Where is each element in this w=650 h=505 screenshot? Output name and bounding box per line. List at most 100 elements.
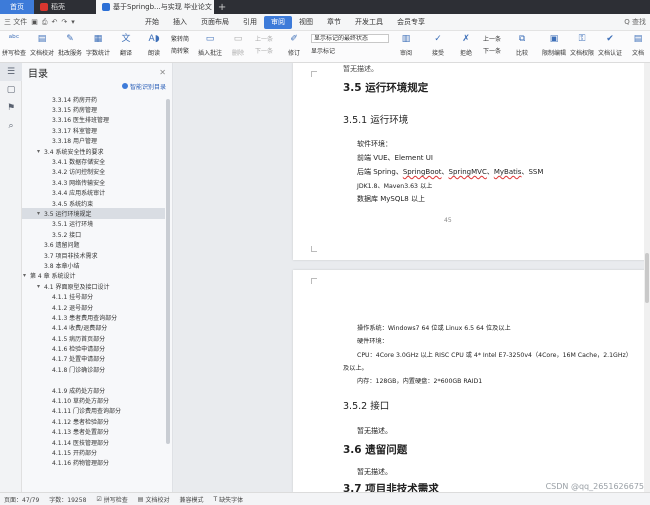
restrict-edit-button[interactable]: ▣ 限制编辑 (542, 34, 566, 57)
toc-item[interactable]: 3.3.17 科室管理 (22, 125, 165, 135)
toc-item[interactable]: 4.1.11 门诊费用查询部分 (22, 406, 165, 416)
tab-home[interactable]: 首页 (0, 0, 34, 14)
menu-view[interactable]: 视图 (292, 16, 320, 29)
toc-item[interactable]: 4.1.12 患者检验部分 (22, 416, 165, 426)
toc-item[interactable]: ▾ 3.5 运行环境规定 (22, 208, 165, 219)
search-box[interactable]: Q 查找 (624, 17, 650, 27)
toc-item[interactable]: 3.3.15 药房管理 (22, 104, 165, 114)
toc-item[interactable]: 3.8 本章小结 (22, 260, 165, 270)
menu-chapter[interactable]: 章节 (320, 16, 348, 29)
toc-item[interactable]: ▾ 第 4 章 系统设计 (22, 271, 165, 281)
save-icon[interactable]: ▣ (31, 18, 38, 26)
toc-item[interactable]: 3.4.2 访问控制安全 (22, 167, 165, 177)
status-spell-check[interactable]: ☑ 拼写检查 (96, 495, 127, 504)
new-tab-button[interactable]: + (214, 0, 230, 14)
doc-more-button[interactable]: ▤ 文档 (626, 34, 650, 57)
next-change-button[interactable]: 下一条 (483, 46, 501, 55)
toc-item[interactable]: 4.1.1 挂号部分 (22, 291, 165, 301)
toc-item[interactable]: 4.1.9 成药处方部分 (22, 385, 165, 395)
batch-service-button[interactable]: ✎ 批改服务 (58, 34, 82, 57)
show-markup-button[interactable]: 显示标记 (311, 46, 389, 55)
toc-item[interactable]: 4.1.16 药物管理部分 (22, 458, 165, 468)
toc-item[interactable]: 4.1.6 检验申请部分 (22, 343, 165, 353)
delete-comment-button[interactable]: ▭ 删除 (226, 34, 250, 57)
toc-item[interactable]: 3.5.1 运行环境 (22, 219, 165, 229)
undo-icon[interactable]: ↶ (51, 18, 57, 26)
toc-item[interactable]: 4.1.14 医技管理部分 (22, 437, 165, 447)
chevron-down-icon[interactable]: ▾ (23, 272, 26, 279)
read-aloud-button[interactable]: A◗ 朗读 (142, 34, 166, 57)
menu-reference[interactable]: 引用 (236, 16, 264, 29)
print-icon[interactable]: ⎙ (42, 18, 48, 27)
chevron-down-icon[interactable]: ▾ (37, 148, 40, 155)
redo-icon[interactable]: ↷ (61, 18, 67, 26)
spell-check-button[interactable]: ᵃᵇᶜ 拼写检查 (2, 34, 26, 57)
chevron-down-icon[interactable]: ▾ (37, 210, 40, 217)
toc-item[interactable]: 4.1.3 患者费用查询部分 (22, 312, 165, 322)
prev-change-button[interactable]: 上一条 (483, 34, 501, 43)
next-comment-button[interactable]: 下一条 (255, 46, 273, 55)
toc-item[interactable]: 3.5.2 接口 (22, 229, 165, 239)
toc-item[interactable]: 3.7 项目非技术需求 (22, 250, 165, 260)
menu-review[interactable]: 审阅 (264, 15, 292, 29)
compare-button[interactable]: ⧉ 比较 (510, 34, 534, 57)
toc-item[interactable]: 3.4.5 系统约束 (22, 198, 165, 208)
doc-auth-button[interactable]: ✔ 文档认证 (598, 34, 622, 57)
toc-item[interactable]: 4.1.10 草药处方部分 (22, 395, 165, 405)
toc-item[interactable]: ▾ 3.4 系统安全性的要求 (22, 146, 165, 156)
markup-state-select[interactable]: 显示标记的最终状态 (311, 34, 390, 43)
toc-item[interactable]: 4.1.8 门诊确诊部分 (22, 364, 165, 374)
toc-item[interactable] (22, 375, 165, 385)
status-page[interactable]: 页面：47/79 (4, 495, 39, 504)
tab-docer[interactable]: 稻壳 (34, 0, 96, 14)
more-icon[interactable]: ▾ (71, 18, 75, 26)
toc-item[interactable]: 4.1.13 患者处置部分 (22, 427, 165, 437)
word-count-button[interactable]: ▦ 字数统计 (86, 34, 110, 57)
menu-insert[interactable]: 插入 (166, 16, 194, 29)
toc-item[interactable]: 3.6 遗留问题 (22, 239, 165, 249)
smart-toc-button[interactable]: 智能识别目录 (22, 81, 172, 91)
chevron-down-icon[interactable]: ▾ (37, 283, 40, 290)
review-pane-button[interactable]: ▥ 审阅 (394, 34, 418, 57)
scrollbar-thumb[interactable] (645, 253, 649, 303)
menu-developer[interactable]: 开发工具 (348, 16, 390, 29)
tab-document[interactable]: 基于Springb...与实现 毕业论文✕ (96, 0, 214, 14)
track-changes-button[interactable]: ✐ 修订 (282, 34, 306, 57)
document-scrollbar[interactable] (644, 63, 650, 492)
bookmark-icon[interactable]: ⚑ (0, 99, 22, 117)
comment-icon: ▭ (205, 34, 215, 44)
translate-button[interactable]: 文翻译 (114, 34, 138, 57)
nav-panel-icon[interactable]: ▢ (0, 81, 22, 99)
file-menu[interactable]: 三 文件 (4, 17, 27, 27)
toc-item[interactable]: 3.4.3 网络传输安全 (22, 177, 165, 187)
toc-item[interactable]: 4.1.4 收费/退费部分 (22, 323, 165, 333)
menu-start[interactable]: 开始 (138, 16, 166, 29)
toc-item[interactable]: 3.3.14 药房开药 (22, 94, 165, 104)
toc-panel-icon[interactable]: ☰ (0, 63, 22, 81)
search-icon[interactable]: ⌕ (0, 117, 22, 135)
status-missing-font[interactable]: T 缺失字体 (214, 495, 244, 504)
reject-button[interactable]: ✗ 拒绝 (454, 34, 478, 57)
doc-permission-button[interactable]: ⚿ 文档权限 (570, 34, 594, 57)
menu-member[interactable]: 会员专享 (390, 16, 432, 29)
accept-button[interactable]: ✓ 接受 (426, 34, 450, 57)
toc-item[interactable]: ▾ 4.1 界面原型及接口设计 (22, 281, 165, 291)
status-words[interactable]: 字数：19258 (49, 495, 86, 504)
toc-item[interactable]: 4.1.2 退号部分 (22, 302, 165, 312)
simp-to-trad-button[interactable]: 简转繁 (171, 46, 189, 55)
status-doc-check[interactable]: ▤ 文档校对 (138, 495, 170, 504)
close-toc-icon[interactable]: ✕ (159, 68, 166, 77)
doc-check-button[interactable]: ▤ 文档校对 (30, 34, 54, 57)
toc-item[interactable]: 4.1.5 病历首页部分 (22, 333, 165, 343)
prev-comment-button[interactable]: 上一条 (255, 34, 273, 43)
toc-scrollbar[interactable] (166, 99, 170, 444)
trad-to-simp-button[interactable]: 繁转简 (171, 34, 189, 43)
toc-item[interactable]: 3.3.18 用户管理 (22, 136, 165, 146)
menu-layout[interactable]: 页面布局 (194, 16, 236, 29)
toc-item[interactable]: 3.3.16 医生排班管理 (22, 115, 165, 125)
toc-item[interactable]: 4.1.7 处置申请部分 (22, 354, 165, 364)
toc-item[interactable]: 3.4.4 应用系统审计 (22, 188, 165, 198)
insert-comment-button[interactable]: ▭ 插入批注 (198, 34, 222, 57)
toc-item[interactable]: 3.4.1 数据存储安全 (22, 156, 165, 166)
toc-item[interactable]: 4.1.15 开药部分 (22, 447, 165, 457)
